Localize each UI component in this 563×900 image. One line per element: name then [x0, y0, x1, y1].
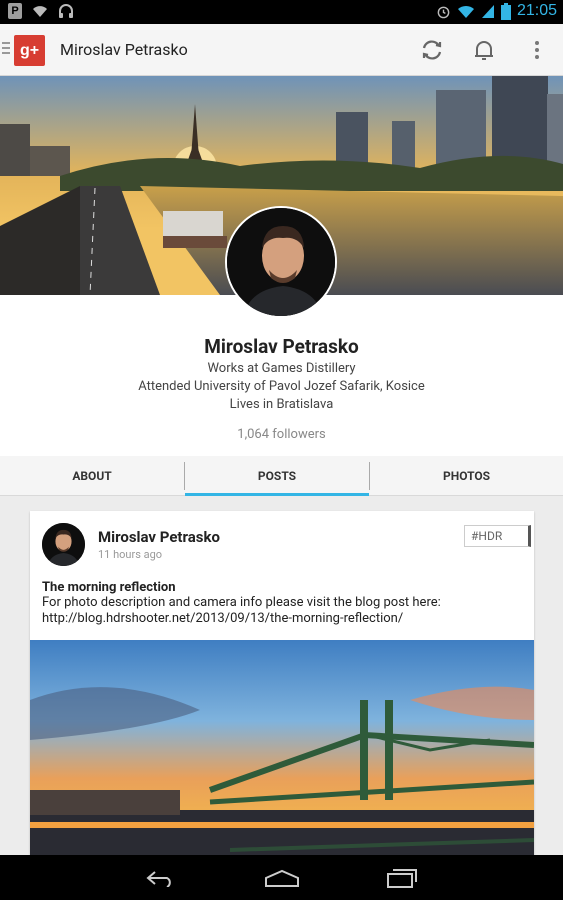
back-icon[interactable] [145, 869, 177, 887]
profile-education: Attended University of Pavol Jozef Safar… [138, 379, 425, 394]
post-timestamp: 11 hours ago [98, 548, 163, 561]
post-author-name[interactable]: Miroslav Petrasko [98, 528, 220, 546]
status-bar: P 21:05 [0, 0, 563, 24]
drawer-indicator-icon[interactable] [2, 42, 10, 56]
recent-apps-icon[interactable] [386, 868, 418, 888]
post-body: For photo description and camera info pl… [42, 595, 441, 626]
battery-icon [500, 2, 511, 20]
cell-signal-icon [481, 4, 494, 18]
clock: 21:05 [516, 2, 557, 19]
action-bar-title: Miroslav Petrasko [60, 40, 188, 59]
followers-count[interactable]: 1,064 followers [0, 427, 563, 442]
headphones-icon [59, 4, 73, 18]
action-bar: g+ Miroslav Petrasko [0, 24, 563, 76]
screen: P 21:05 g+ Miroslav Petrasko Miroslav Pe… [0, 0, 563, 900]
tab-posts[interactable]: POSTS [185, 456, 369, 496]
notifications-bell-icon[interactable] [471, 37, 497, 63]
system-navigation-bar [0, 855, 563, 900]
alarm-icon [437, 6, 450, 18]
wifi-signal-icon [457, 5, 474, 18]
profile-name: Miroslav Petrasko [204, 335, 359, 358]
profile-card: Miroslav Petrasko Works at Games Distill… [0, 295, 563, 456]
refresh-icon[interactable] [419, 37, 445, 63]
app-logo[interactable]: g+ [14, 35, 45, 66]
tab-photos[interactable]: PHOTOS [370, 456, 563, 496]
active-tab-indicator [185, 493, 369, 496]
tab-about[interactable]: ABOUT [0, 456, 184, 496]
profile-avatar[interactable] [225, 206, 337, 318]
post-photo[interactable] [30, 640, 534, 871]
post-title: The morning reflection [42, 580, 176, 595]
wifi-icon [33, 6, 47, 17]
post-card[interactable]: Miroslav Petrasko 11 hours ago #HDR The … [30, 511, 534, 871]
post-hashtag[interactable]: #HDR [464, 525, 531, 547]
post-author-avatar[interactable] [42, 523, 85, 566]
profile-tabs: ABOUT POSTS PHOTOS [0, 456, 563, 496]
p-icon: P [8, 3, 22, 19]
overflow-menu-icon[interactable] [524, 37, 550, 63]
profile-work: Works at Games Distillery [207, 361, 356, 376]
profile-location: Lives in Bratislava [229, 397, 334, 412]
home-icon[interactable] [264, 869, 300, 887]
